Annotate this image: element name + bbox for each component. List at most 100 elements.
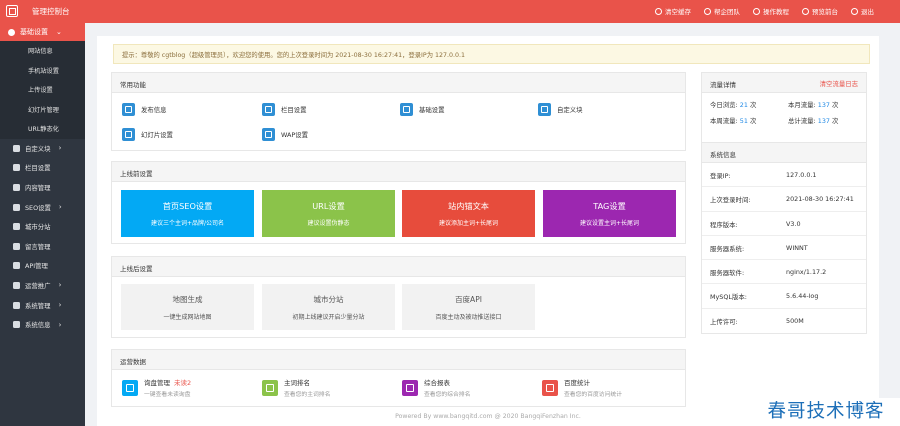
chevron-right-icon: › (58, 281, 62, 290)
inquiry-management-item[interactable]: 询盘管理 未读2 一键查看未读询盘 (122, 377, 191, 398)
tag-settings-button[interactable]: TAG设置 建议设置主词+长尾词 (543, 190, 676, 237)
preview-frontend-link[interactable]: 预览前台 (802, 6, 838, 16)
system-info-panel: 系统信息 登录IP: 127.0.0.1 上次登录时间: 2021-08-30 16… (701, 142, 867, 334)
sidebar-sub-upload-settings[interactable]: 上传设置 (0, 80, 85, 100)
unread-badge: 未读2 (174, 379, 192, 387)
publish-icon (122, 103, 135, 116)
table-icon (13, 281, 20, 289)
sidebar-item-basic-settings[interactable]: 基础设置 ⌄ (0, 23, 85, 41)
column-settings-button[interactable]: 栏目设置 (262, 103, 307, 116)
sys-row-last-login: 上次登录时间: 2021-08-30 16:27:41 (702, 187, 866, 212)
grid-icon (13, 164, 20, 172)
total-traffic: 总计流量: 137 次 (788, 117, 839, 125)
city-substation-button[interactable]: 城市分站 初期上线建议开启少量分站 (262, 284, 395, 330)
anchor-text-button[interactable]: 站内锚文本 建议添加主词+长尾词 (402, 190, 535, 237)
homepage-seo-button[interactable]: 首页SEO设置 建议三个主词+品牌/公司名 (121, 190, 254, 237)
chevron-right-icon: › (58, 301, 62, 310)
clear-cache-icon (655, 7, 662, 15)
stats-icon (542, 379, 558, 396)
sidebar-item-city[interactable]: 城市分站 (0, 217, 85, 237)
top-nav: 清空缓存 帮企团队 操作教程 预览前台 退出 (655, 6, 874, 16)
home-icon (802, 7, 809, 15)
inbox-icon (122, 379, 138, 396)
sidebar-sub-mobile-settings[interactable]: 手机站设置 (0, 60, 85, 80)
team-link[interactable]: 帮企团队 (704, 6, 740, 16)
custom-block-button[interactable]: 自定义块 (538, 103, 583, 116)
sidebar-sub-site-info[interactable]: 网站信息 (0, 41, 85, 61)
basic-settings-button[interactable]: 基础设置 (400, 103, 445, 116)
postlaunch-panel: 上线后设置 地图生成 一键生成网站地图 城市分站 初期上线建议开启少量分站 百度AP… (111, 256, 686, 338)
slideshow-settings-button[interactable]: 幻灯片设置 (122, 128, 173, 141)
chat-icon (13, 242, 20, 250)
today-traffic: 今日浏览: 21 次 (710, 101, 757, 109)
panel-title: 上线前设置 (112, 162, 685, 182)
dashboard-icon (13, 321, 20, 329)
chevron-down-icon: ⌄ (56, 28, 62, 36)
report-icon (402, 379, 418, 396)
panel-title: 常用功能 (112, 73, 685, 93)
sidebar-item-custom-block[interactable]: 自定义块 › (0, 139, 85, 159)
tutorial-icon (753, 7, 760, 15)
ranking-icon (262, 379, 278, 396)
app-title: 管理控制台 (32, 7, 70, 16)
sys-row-server-software: 服务器软件: nginx/1.17.2 (702, 260, 866, 285)
watermark: 春哥技术博客 (752, 398, 900, 426)
baidu-api-button[interactable]: 百度API 百度主动及被动推送接口 (402, 284, 535, 330)
keyword-ranking-item[interactable]: 主词排名 查看您的主词排名 (262, 377, 330, 398)
logo-icon[interactable] (6, 5, 18, 17)
summary-report-item[interactable]: 综合报表 查看您的综合排名 (402, 377, 470, 398)
baidu-stats-item[interactable]: 百度统计 查看您的百度访问统计 (542, 377, 622, 398)
ops-data-panel: 运营数据 询盘管理 未读2 一键查看未读询盘 主词排名 查看您的主词排名 综合报表 查看… (111, 349, 686, 407)
tag-icon (13, 144, 20, 152)
sidebar-item-promotion[interactable]: 运营推广 › (0, 276, 85, 296)
common-functions-panel: 常用功能 发布信息 栏目设置 基础设置 自定义块 幻灯片设置 WAP设置 (111, 72, 686, 151)
sys-row-mysql: MySQL版本: 5.6.44-log (702, 284, 866, 309)
tutorial-link[interactable]: 操作教程 (753, 6, 789, 16)
folder-icon (13, 183, 20, 191)
link-icon (13, 262, 20, 270)
gear-icon (8, 28, 15, 36)
url-settings-button[interactable]: URL设置 建议设置伪静态 (262, 190, 395, 237)
column-icon (262, 103, 275, 116)
week-traffic: 本周流量: 51 次 (710, 117, 757, 125)
chevron-right-icon: › (58, 144, 62, 153)
welcome-notice: 提示：尊敬的 cgtblog（超级管理员），欢迎您的使用。您的上次登录时间为 2… (113, 44, 870, 64)
sys-row-login-ip: 登录IP: 127.0.0.1 (702, 163, 866, 188)
wap-icon (262, 128, 275, 141)
custom-block-icon (538, 103, 551, 116)
clear-cache-link[interactable]: 清空缓存 (655, 6, 691, 16)
globe-icon (13, 223, 20, 231)
sidebar-item-content[interactable]: 内容管理 (0, 178, 85, 198)
settings-icon (400, 103, 413, 116)
slideshow-icon (122, 128, 135, 141)
sidebar-sub-slideshow[interactable]: 幻灯片管理 (0, 99, 85, 119)
sidebar-item-api[interactable]: API管理 (0, 256, 85, 276)
team-icon (704, 7, 711, 15)
logout-icon (851, 7, 858, 15)
sidebar-item-seo[interactable]: SEO设置 › (0, 197, 85, 217)
sitemap-button[interactable]: 地图生成 一键生成网站地图 (121, 284, 254, 330)
panel-title: 运营数据 (112, 350, 685, 370)
sidebar-item-system-info[interactable]: 系统信息 › (0, 315, 85, 335)
main-content: 提示：尊敬的 cgtblog（超级管理员），欢迎您的使用。您的上次登录时间为 2… (97, 36, 879, 426)
prelaunch-panel: 上线前设置 首页SEO设置 建议三个主词+品牌/公司名 URL设置 建议设置伪静态 … (111, 161, 686, 244)
wap-settings-button[interactable]: WAP设置 (262, 128, 308, 141)
chart-icon (13, 203, 20, 211)
top-bar: 管理控制台 清空缓存 帮企团队 操作教程 预览前台 退出 (0, 0, 900, 23)
chevron-right-icon: › (58, 320, 62, 329)
sidebar-item-columns[interactable]: 栏目设置 (0, 158, 85, 178)
month-traffic: 本月流量: 137 次 (788, 101, 839, 109)
sidebar: 基础设置 ⌄ 网站信息 手机站设置 上传设置 幻灯片管理 URL静态化 自定义块… (0, 23, 85, 426)
publish-info-button[interactable]: 发布信息 (122, 103, 167, 116)
sidebar-item-system-manage[interactable]: 系统管理 › (0, 295, 85, 315)
chevron-right-icon: › (58, 203, 62, 212)
sidebar-sub-url-static[interactable]: URL静态化 (0, 119, 85, 139)
logout-link[interactable]: 退出 (851, 6, 874, 16)
sys-row-os: 服务器系统: WINNT (702, 236, 866, 261)
sys-row-upload-limit: 上传许可: 500M (710, 316, 804, 326)
monitor-icon (13, 301, 20, 309)
panel-title: 系统信息 (702, 143, 866, 163)
clear-traffic-log-link[interactable]: 清空流量日志 (820, 79, 858, 88)
sys-row-version: 程序版本: V3.0 (702, 212, 866, 236)
sidebar-item-messages[interactable]: 留言管理 (0, 236, 85, 256)
